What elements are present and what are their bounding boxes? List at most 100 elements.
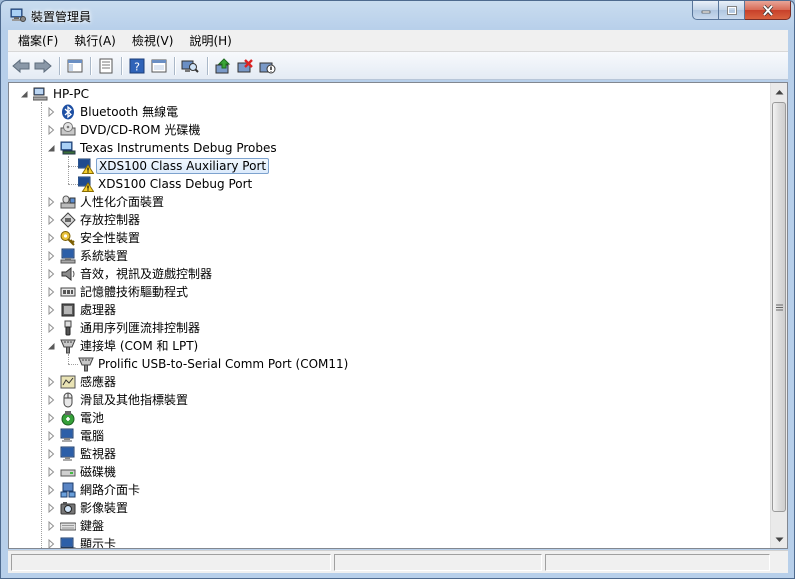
update-driver-button[interactable]: [212, 56, 234, 76]
tree-category-row[interactable]: 磁碟機: [9, 463, 769, 481]
status-panel-right: [545, 554, 770, 571]
vertical-scrollbar[interactable]: [770, 83, 787, 548]
tree-item-label: 通用序列匯流排控制器: [80, 321, 201, 335]
battery-icon: [61, 411, 75, 426]
tree-category-row[interactable]: 通用序列匯流排控制器: [9, 319, 769, 337]
forward-icon: [34, 59, 52, 73]
help-button[interactable]: ?: [126, 56, 148, 76]
tree-item-label: 音效，視訊及遊戲控制器: [80, 267, 213, 281]
menu-file[interactable]: 檔案(F): [12, 31, 64, 51]
minimize-button[interactable]: [692, 1, 719, 20]
tree-category-row[interactable]: 鍵盤: [9, 517, 769, 535]
collapsed-triangle-icon[interactable]: [46, 287, 56, 297]
tree-category-row[interactable]: 連接埠 (COM 和 LPT): [9, 337, 769, 355]
maximize-button[interactable]: [719, 1, 745, 20]
tree-item-label: 影像裝置: [80, 501, 129, 515]
tree-category-row[interactable]: 系統裝置: [9, 247, 769, 265]
collapsed-triangle-icon[interactable]: [46, 125, 56, 135]
forward-button[interactable]: [32, 56, 54, 76]
display-adapter-icon: [60, 537, 76, 548]
collapsed-triangle-icon[interactable]: [46, 269, 56, 279]
scan-hardware-button[interactable]: [179, 56, 201, 76]
collapsed-triangle-icon[interactable]: [46, 431, 56, 441]
collapsed-triangle-icon[interactable]: [46, 413, 56, 423]
collapsed-triangle-icon[interactable]: [46, 107, 56, 117]
speaker-icon: [61, 266, 75, 282]
tree-child-row[interactable]: Prolific USB-to-Serial Comm Port (COM11): [9, 355, 769, 373]
grip-icon: [775, 304, 783, 310]
collapsed-triangle-icon[interactable]: [46, 233, 56, 243]
tree-child-row[interactable]: XDS100 Class Debug Port: [9, 175, 769, 193]
menu-view[interactable]: 檢視(V): [126, 31, 180, 51]
collapsed-triangle-icon[interactable]: [46, 305, 56, 315]
collapsed-triangle-icon[interactable]: [46, 395, 56, 405]
tree-guide-line: [68, 364, 78, 365]
tree-category-row[interactable]: 顯示卡: [9, 535, 769, 548]
menu-help[interactable]: 說明(H): [183, 31, 237, 51]
warning-device-icon: [78, 158, 94, 174]
tree-child-row[interactable]: XDS100 Class Auxiliary Port: [9, 157, 769, 175]
scrollbar-thumb[interactable]: [772, 102, 786, 512]
tree-category-row[interactable]: 電腦: [9, 427, 769, 445]
tree-category-row[interactable]: DVD/CD-ROM 光碟機: [9, 121, 769, 139]
close-button[interactable]: [745, 1, 791, 20]
tree-item-label: 連接埠 (COM 和 LPT): [80, 339, 199, 353]
show-hide-tree-button[interactable]: [64, 56, 86, 76]
tree-category-row[interactable]: 存放控制器: [9, 211, 769, 229]
collapsed-triangle-icon[interactable]: [46, 377, 56, 387]
collapsed-triangle-icon[interactable]: [46, 521, 56, 531]
expanded-triangle-icon[interactable]: [19, 89, 29, 99]
toolbar-separator: [207, 57, 208, 75]
properties-button[interactable]: [95, 56, 117, 76]
minimize-icon: [701, 10, 710, 14]
tree-category-row[interactable]: 人性化介面裝置: [9, 193, 769, 211]
scroll-down-button[interactable]: [771, 531, 788, 548]
tree-root-row[interactable]: HP-PC: [9, 85, 769, 103]
tree-category-row[interactable]: 處理器: [9, 301, 769, 319]
tree-item-label-selected: XDS100 Class Auxiliary Port: [96, 158, 270, 174]
tree-category-row[interactable]: 記憶體技術驅動程式: [9, 283, 769, 301]
uninstall-button[interactable]: [234, 56, 256, 76]
collapsed-triangle-icon[interactable]: [46, 215, 56, 225]
keyboard-icon: [60, 522, 76, 531]
back-button[interactable]: [10, 56, 32, 76]
collapsed-triangle-icon[interactable]: [46, 449, 56, 459]
disable-device-button[interactable]: [256, 56, 278, 76]
tree-category-row[interactable]: 音效，視訊及遊戲控制器: [9, 265, 769, 283]
toolbar-separator: [121, 57, 122, 75]
view-button[interactable]: [148, 56, 170, 76]
tree-category-row[interactable]: 網路介面卡: [9, 481, 769, 499]
tree-category-row[interactable]: 電池: [9, 409, 769, 427]
title-bar[interactable]: 裝置管理員: [1, 1, 794, 30]
collapsed-triangle-icon[interactable]: [46, 503, 56, 513]
tree-item-label: 安全性裝置: [80, 231, 141, 245]
arrow-up-icon: [775, 89, 784, 94]
collapsed-triangle-icon[interactable]: [46, 251, 56, 261]
tree-guide-line: [68, 184, 78, 185]
menu-action[interactable]: 執行(A): [68, 31, 122, 51]
port-icon: [60, 339, 76, 354]
tree-category-row[interactable]: 影像裝置: [9, 499, 769, 517]
tree-category-row[interactable]: 監視器: [9, 445, 769, 463]
tree-item-label: 人性化介面裝置: [80, 195, 165, 209]
tree-category-row[interactable]: 安全性裝置: [9, 229, 769, 247]
tree-category-row[interactable]: Bluetooth 無線電: [9, 103, 769, 121]
collapsed-triangle-icon[interactable]: [46, 485, 56, 495]
expanded-triangle-icon[interactable]: [46, 341, 56, 351]
collapsed-triangle-icon[interactable]: [46, 467, 56, 477]
collapsed-triangle-icon[interactable]: [46, 539, 56, 548]
show-hide-tree-icon: [67, 59, 83, 73]
collapsed-triangle-icon[interactable]: [46, 323, 56, 333]
scroll-up-button[interactable]: [771, 83, 788, 100]
tree-category-row[interactable]: 感應器: [9, 373, 769, 391]
collapsed-triangle-icon[interactable]: [46, 197, 56, 207]
device-tree-pane: HP-PC Bluetooth 無線電 DVD/CD-ROM 光碟機 Texas In…: [8, 82, 788, 549]
tree-item-label: 滑鼠及其他指標裝置: [80, 393, 189, 407]
caption-buttons: [692, 1, 791, 21]
device-tree: HP-PC Bluetooth 無線電 DVD/CD-ROM 光碟機 Texas In…: [9, 83, 771, 548]
tree-category-row[interactable]: 滑鼠及其他指標裝置: [9, 391, 769, 409]
expanded-triangle-icon[interactable]: [46, 143, 56, 153]
window-title: 裝置管理員: [31, 10, 92, 24]
tree-item-label: 鍵盤: [80, 519, 105, 533]
tree-category-row[interactable]: Texas Instruments Debug Probes: [9, 139, 769, 157]
